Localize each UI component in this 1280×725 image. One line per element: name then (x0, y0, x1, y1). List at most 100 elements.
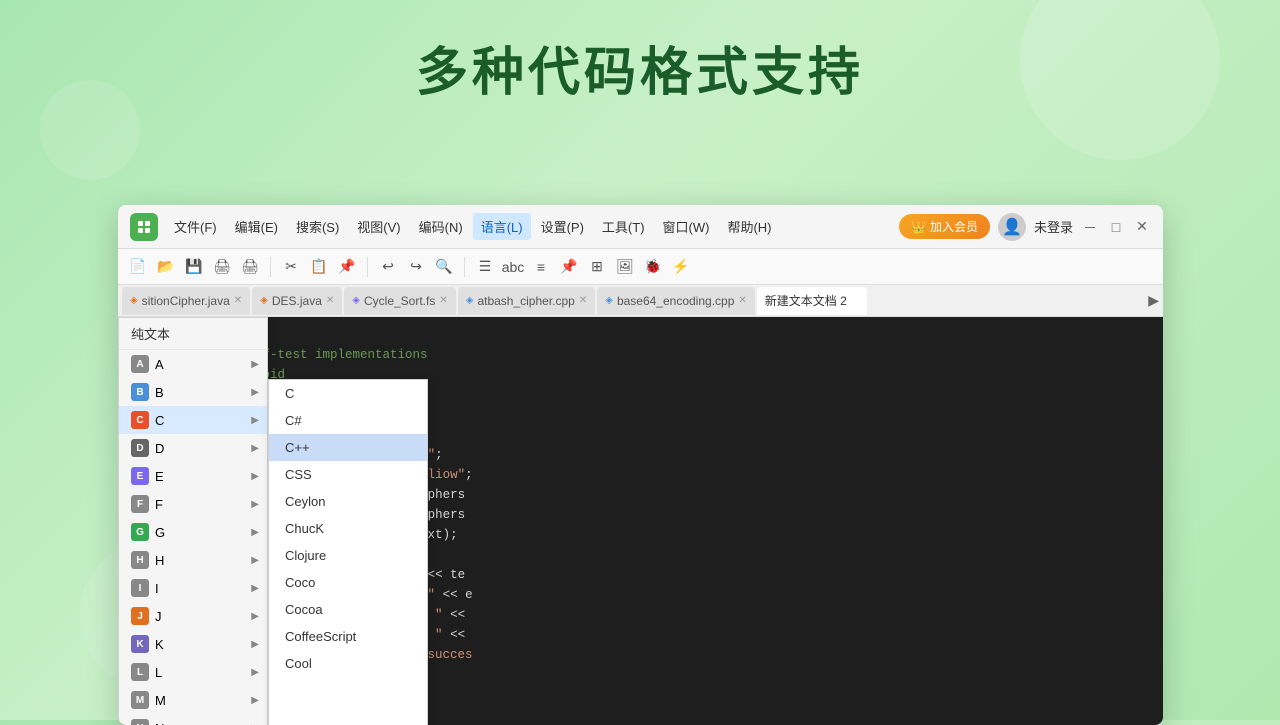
lang-arrow-H: ▶ (251, 555, 259, 566)
lang-arrow-E: ▶ (251, 471, 259, 482)
toolbar-image[interactable]: 🖼 (613, 255, 637, 279)
toolbar-list[interactable]: ☰ (473, 255, 497, 279)
lang-label-E: E (155, 469, 251, 484)
lang-item-H[interactable]: H H ▶ (119, 546, 267, 574)
lang-cpp[interactable]: C++ (269, 434, 427, 461)
menu-encode[interactable]: 编码(N) (411, 213, 471, 240)
tab-label-fs: Cycle_Sort.fs (364, 294, 435, 308)
tab-new-doc[interactable]: 新建文本文档 2 ✕ (757, 287, 867, 315)
lang-coco[interactable]: Coco (269, 569, 427, 596)
lang-item-D[interactable]: D D ▶ (119, 434, 267, 462)
tab-label-cpp-1: atbash_cipher.cpp (477, 294, 574, 308)
tab-fs[interactable]: ◈ Cycle_Sort.fs ✕ (344, 287, 455, 315)
toolbar-redo[interactable]: ↪ (404, 255, 428, 279)
lang-item-J[interactable]: J J ▶ (119, 602, 267, 630)
lang-item-I[interactable]: I I ▶ (119, 574, 267, 602)
toolbar-lightning[interactable]: ⚡ (669, 255, 693, 279)
lang-icon-B: B (131, 383, 149, 401)
tab-label-new: 新建文本文档 2 (765, 292, 847, 309)
toolbar-save-all[interactable]: 🖨 (210, 255, 234, 279)
toolbar-print[interactable]: 🖨 (238, 255, 262, 279)
tab-icon-cpp-2: ◈ (605, 295, 613, 306)
lang-item-F[interactable]: F F ▶ (119, 490, 267, 518)
maximize-button[interactable]: □ (1107, 218, 1125, 236)
tab-close-java-2[interactable]: ✕ (326, 295, 334, 306)
menu-tools[interactable]: 工具(T) (594, 213, 653, 240)
lang-cocoa[interactable]: Cocoa (269, 596, 427, 623)
menu-window[interactable]: 窗口(W) (655, 213, 718, 240)
lang-item-K[interactable]: K K ▶ (119, 630, 267, 658)
toolbar-debug[interactable]: 🐞 (641, 255, 665, 279)
lang-csharp[interactable]: C# (269, 407, 427, 434)
toolbar-copy[interactable]: 📋 (307, 255, 331, 279)
lang-label-H: H (155, 553, 251, 568)
tab-cpp-1[interactable]: ◈ atbash_cipher.cpp ✕ (458, 287, 596, 315)
lang-item-A[interactable]: A A ▶ (119, 350, 267, 378)
lang-clojure[interactable]: Clojure (269, 542, 427, 569)
lang-icon-F: F (131, 495, 149, 513)
lang-arrow-L: ▶ (251, 667, 259, 678)
lang-ceylon[interactable]: Ceylon (269, 488, 427, 515)
lang-item-B[interactable]: B B ▶ (119, 378, 267, 406)
toolbar-undo[interactable]: ↩ (376, 255, 400, 279)
lang-chuck[interactable]: ChucK (269, 515, 427, 542)
join-member-button[interactable]: 👑 加入会员 (899, 214, 990, 239)
lang-label-K: K (155, 637, 251, 652)
lang-arrow-B: ▶ (251, 387, 259, 398)
menu-help[interactable]: 帮助(H) (719, 213, 779, 240)
lang-icon-D: D (131, 439, 149, 457)
toolbar-paste[interactable]: 📌 (335, 255, 359, 279)
tab-close-cpp-1[interactable]: ✕ (579, 295, 587, 306)
lang-item-E[interactable]: E E ▶ (119, 462, 267, 490)
lang-arrow-G: ▶ (251, 527, 259, 538)
lang-label-N: N (155, 721, 251, 725)
lang-c[interactable]: C (269, 380, 427, 407)
toolbar-save[interactable]: 💾 (182, 255, 206, 279)
lang-item-M[interactable]: M M ▶ (119, 686, 267, 714)
lang-icon-M: M (131, 691, 149, 709)
menu-search[interactable]: 搜索(S) (288, 213, 347, 240)
lang-icon-L: L (131, 663, 149, 681)
toolbar-sep-3 (464, 257, 465, 277)
menu-language[interactable]: 语言(L) (473, 213, 531, 240)
tab-close-new[interactable]: ✕ (851, 295, 859, 306)
toolbar: 📄 📂 💾 🖨 🖨 ✂ 📋 📌 ↩ ↪ 🔍 ☰ abc ≡ 📌 ⊞ 🖼 🐞 ⚡ (118, 249, 1163, 285)
lang-arrow-I: ▶ (251, 583, 259, 594)
minimize-button[interactable]: － (1081, 218, 1099, 236)
lang-cool[interactable]: Cool (269, 650, 427, 677)
menu-bar: 文件(F) 编辑(E) 搜索(S) 视图(V) 编码(N) 语言(L) 设置(P… (166, 213, 899, 240)
lang-label-A: A (155, 357, 251, 372)
toolbar-new[interactable]: 📄 (126, 255, 150, 279)
lang-css[interactable]: CSS (269, 461, 427, 488)
app-logo (130, 213, 158, 241)
tab-scroll-arrow[interactable]: ▶ (1148, 292, 1159, 309)
tab-icon-java-1: ◈ (130, 295, 138, 306)
close-button[interactable]: ✕ (1133, 218, 1151, 236)
lang-coffeescript[interactable]: CoffeeScript (269, 623, 427, 650)
menu-settings[interactable]: 设置(P) (533, 213, 592, 240)
toolbar-find[interactable]: 🔍 (432, 255, 456, 279)
tab-close-cpp-2[interactable]: ✕ (738, 295, 746, 306)
toolbar-pin[interactable]: 📌 (557, 255, 581, 279)
lang-item-C[interactable]: C C ▶ (119, 406, 267, 434)
lang-item-L[interactable]: L L ▶ (119, 658, 267, 686)
toolbar-align[interactable]: ≡ (529, 255, 553, 279)
tab-java-1[interactable]: ◈ sitionCipher.java ✕ (122, 287, 250, 315)
toolbar-open[interactable]: 📂 (154, 255, 178, 279)
toolbar-cut[interactable]: ✂ (279, 255, 303, 279)
tab-cpp-2[interactable]: ◈ base64_encoding.cpp ✕ (597, 287, 755, 315)
toolbar-table[interactable]: ⊞ (585, 255, 609, 279)
tab-close-fs[interactable]: ✕ (439, 295, 447, 306)
menu-edit[interactable]: 编辑(E) (227, 213, 286, 240)
lang-label-I: I (155, 581, 251, 596)
editor-window: 文件(F) 编辑(E) 搜索(S) 视图(V) 编码(N) 语言(L) 设置(P… (118, 205, 1163, 725)
tab-close-java-1[interactable]: ✕ (234, 295, 242, 306)
menu-view[interactable]: 视图(V) (349, 213, 408, 240)
lang-label-G: G (155, 525, 251, 540)
lang-item-G[interactable]: G G ▶ (119, 518, 267, 546)
tab-java-2[interactable]: ◈ DES.java ✕ (252, 287, 342, 315)
menu-file[interactable]: 文件(F) (166, 213, 225, 240)
toolbar-abc[interactable]: abc (501, 255, 525, 279)
lang-icon-J: J (131, 607, 149, 625)
lang-plain-text[interactable]: 纯文本 (119, 318, 267, 350)
